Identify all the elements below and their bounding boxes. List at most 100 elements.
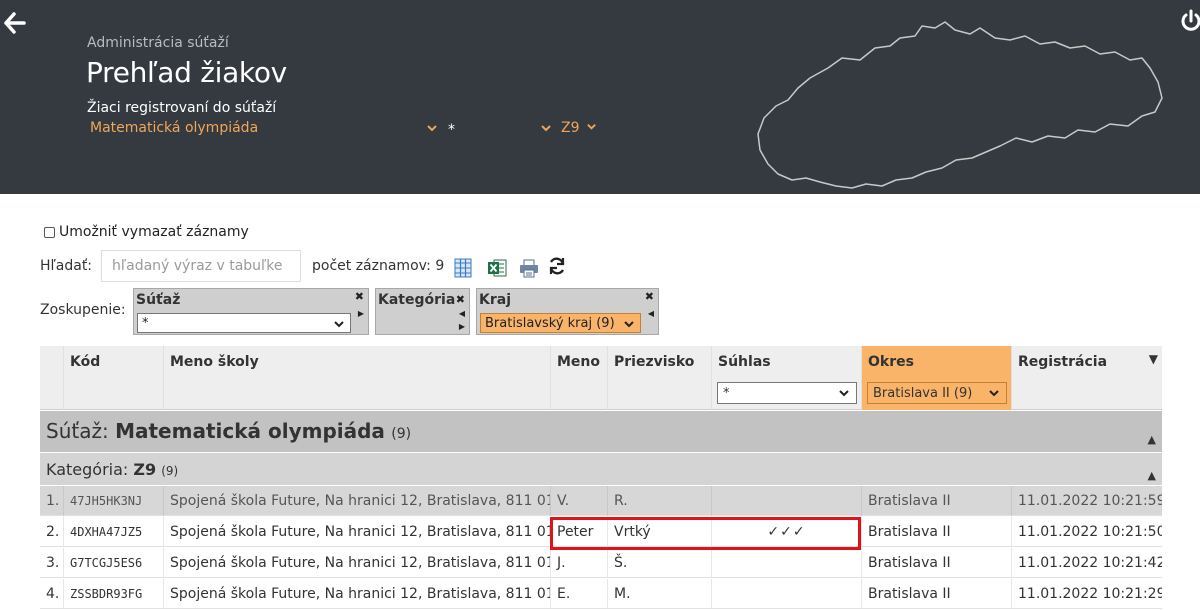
allow-delete-label: Umožniť vymazať záznamy [59,224,249,240]
filter-value[interactable]: * [448,122,455,138]
group-box-category[interactable]: Kategória ✖ ◀ ▶ [375,288,470,335]
table-row[interactable]: 2. 4DXHA47JZ5 Spojená škola Future, Na h… [40,517,1162,547]
table-row[interactable]: 1. 47JH5HK3NJ Spojená škola Future, Na h… [40,486,1162,516]
column-header-consent[interactable]: Súhlas * [711,346,861,410]
row-number: 1. [46,493,60,509]
group-box-title: Súťaž [136,292,181,308]
cell-code: 47JH5HK3NJ [63,486,163,516]
cell-school: Spojená škola Future, Na hranici 12, Bra… [163,548,550,578]
grouping-label: Zoskupenie: [40,302,126,318]
group-title: Kategória: Z9 (9) [46,460,178,479]
power-icon[interactable] [1180,8,1200,34]
refresh-icon[interactable] [547,256,567,276]
column-header-label: Meno školy [170,354,259,370]
checkbox-box[interactable] [44,226,55,238]
close-icon[interactable]: ✖ [355,290,364,303]
group-count: (9) [391,426,412,442]
column-header-code[interactable]: Kód [63,346,163,410]
back-arrow-icon[interactable] [4,10,26,36]
cell-district: Bratislava II [861,579,1011,609]
grade-label: Z9 [561,120,580,136]
cell-last-name: M. [607,579,711,609]
record-count: počet záznamov: 9 [312,258,445,274]
cell-first-name: J. [550,548,607,578]
page-title: Prehľad žiakov [86,56,287,89]
district-filter-select[interactable]: Bratislava II (9) [867,382,1007,404]
cell-first-name: E. [550,579,607,609]
cell-consent [711,579,861,609]
search-input[interactable] [101,250,301,282]
group-row-category[interactable]: Kategória: Z9 (9) ▲ [40,453,1162,485]
group-count: (9) [161,464,179,478]
excel-icon[interactable] [487,258,507,278]
group-row-competition[interactable]: Súťaž: Matematická olympiáda (9) ▲ [40,411,1162,452]
group-select-competition[interactable]: * [137,313,351,333]
print-icon[interactable] [519,258,539,278]
close-icon[interactable]: ✖ [456,293,465,306]
collapse-icon[interactable]: ▲ [1148,433,1156,446]
row-number: 4. [46,586,60,602]
consent-filter-select[interactable]: * [717,382,857,404]
cell-school: Spojená škola Future, Na hranici 12, Bra… [163,579,550,609]
filter-value: Bratislava II (9) [873,386,973,401]
app-subtitle: Administrácia súťaží [87,35,229,51]
grade-selector[interactable]: Z9 [561,120,597,136]
cell-registration: 11.01.2022 10:21:29 [1011,579,1162,609]
group-select-value: Bratislavský kraj (9) [485,316,615,331]
table-header: Kód Meno školy Meno Priezvisko Súhlas * … [40,346,1162,410]
caret-right-icon[interactable]: ▶ [358,309,364,318]
cell-code: 4DXHA47JZ5 [63,517,163,547]
column-header-number [40,346,64,410]
cell-consent [711,486,861,516]
caret-right-icon[interactable]: ▶ [459,322,465,331]
chevron-down-icon [989,390,999,397]
chevron-down-icon[interactable] [540,122,552,137]
group-box-region[interactable]: Kraj ✖ ◀ Bratislavský kraj (9) [476,288,659,335]
column-header-label: Meno [557,354,601,370]
column-header-first-name[interactable]: Meno [550,346,607,410]
group-title: Súťaž: Matematická olympiáda (9) [46,419,411,443]
row-number: 2. [46,524,60,540]
cell-registration: 11.01.2022 10:21:42 [1011,548,1162,578]
close-icon[interactable]: ✖ [645,290,654,303]
cell-registration: 11.01.2022 10:21:50 [1011,517,1162,547]
slovakia-map-icon [757,21,1163,189]
columns-icon[interactable] [453,258,473,278]
collapse-icon[interactable]: ▲ [1148,469,1156,482]
chevron-down-icon [587,124,596,130]
column-header-label: Priezvisko [614,354,695,370]
cell-consent: ✓✓✓ [711,517,861,547]
cell-registration: 11.01.2022 10:21:59 [1011,486,1162,516]
competition-selector[interactable]: Matematická olympiáda [90,120,258,136]
column-header-registration[interactable]: Registrácia ▼ [1011,346,1162,410]
chevron-down-icon [334,321,344,328]
cell-school: Spojená škola Future, Na hranici 12, Bra… [163,486,550,516]
cell-first-name: Peter [550,517,607,547]
group-select-region[interactable]: Bratislavský kraj (9) [480,313,641,333]
search-label: Hľadať: [40,258,93,274]
group-box-competition[interactable]: Súťaž ✖ ▶ * [133,288,369,335]
group-name: Z9 [133,460,157,479]
column-header-district[interactable]: Okres Bratislava II (9) [861,346,1011,410]
column-header-school[interactable]: Meno školy [163,346,550,410]
allow-delete-checkbox[interactable]: Umožniť vymazať záznamy [44,224,249,240]
chevron-down-icon [839,390,849,397]
group-prefix: Kategória: [46,460,129,479]
table-row[interactable]: 4. ZSSBDR93FG Spojená škola Future, Na h… [40,579,1162,609]
column-header-last-name[interactable]: Priezvisko [607,346,711,410]
column-header-label: Kód [70,354,101,370]
cell-code: ZSSBDR93FG [63,579,163,609]
group-prefix: Súťaž: [46,419,109,443]
page-description: Žiaci registrovaní do súťaží [87,100,277,116]
cell-code: G7TCGJ5ES6 [63,548,163,578]
chevron-down-icon[interactable] [426,122,438,137]
row-number: 3. [46,555,60,571]
caret-left-icon[interactable]: ◀ [648,309,654,318]
caret-left-icon[interactable]: ◀ [459,309,465,318]
table-row[interactable]: 3. G7TCGJ5ES6 Spojená škola Future, Na h… [40,548,1162,578]
cell-last-name: R. [607,486,711,516]
group-box-title: Kraj [479,292,511,308]
filter-value: * [723,386,730,401]
group-box-title: Kategória [378,292,456,308]
sort-down-icon[interactable]: ▼ [1149,352,1158,366]
